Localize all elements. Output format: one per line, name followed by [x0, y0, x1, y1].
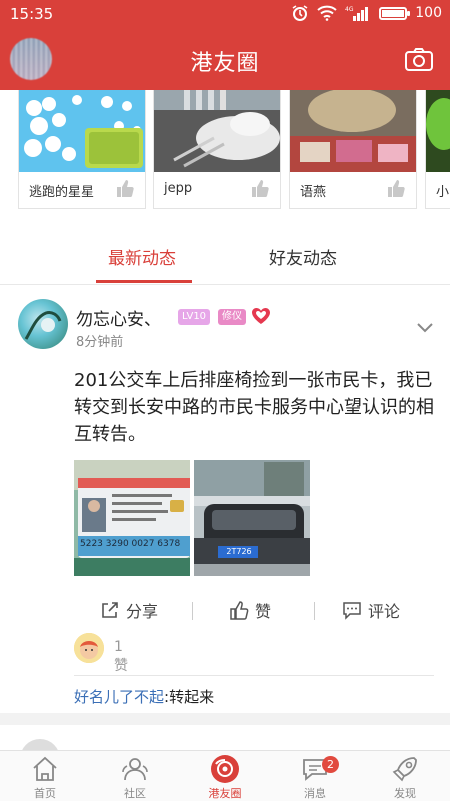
share-button[interactable]: 分享 — [100, 598, 158, 622]
thumbs-up-icon[interactable] — [386, 178, 406, 198]
nav-label: 首页 — [34, 787, 56, 800]
top-bar: 港友圈 — [0, 28, 450, 90]
like-label: 赞 — [255, 602, 272, 621]
battery-level: 100 — [415, 5, 442, 21]
like-count: 1赞 — [114, 639, 128, 674]
nav-label: 发现 — [394, 787, 416, 800]
role-badge: 修仪 — [218, 309, 246, 325]
signal-icon: 4G — [345, 6, 369, 21]
featured-card[interactable]: 小 — [425, 90, 450, 209]
featured-card[interactable]: 逃跑的星星 — [18, 90, 146, 209]
bottom-nav: 首页 社区 港友圈 2 消息 发现 — [0, 750, 450, 801]
comment-item[interactable]: 好名儿了不起:转起来 — [74, 686, 214, 707]
comment-icon — [343, 602, 361, 620]
message-count-badge: 2 — [322, 756, 339, 773]
post-time: 8分钟前 — [76, 335, 124, 350]
tab-friends[interactable]: 好友动态 — [269, 244, 337, 269]
featured-card[interactable]: 语燕 — [289, 90, 417, 209]
feed-tabs: 最新动态 好友动态 — [0, 222, 450, 285]
comment-button[interactable]: 评论 — [342, 598, 400, 622]
nav-label: 港友圈 — [208, 787, 242, 800]
card-number: 5223 3290 0027 6378 — [80, 539, 181, 549]
post-actions: 分享 赞 评论 — [0, 590, 450, 626]
featured-thumbnail — [19, 90, 145, 172]
nav-home[interactable]: 首页 — [0, 751, 90, 801]
featured-name: jepp — [164, 181, 193, 196]
thumbs-up-icon — [230, 601, 249, 620]
featured-thumbnail — [290, 90, 416, 172]
featured-thumbnail — [426, 90, 450, 172]
rocket-icon — [392, 757, 417, 782]
liker-avatar[interactable] — [74, 633, 104, 663]
wifi-icon — [317, 5, 337, 21]
nav-community[interactable]: 社区 — [90, 751, 180, 801]
battery-icon — [379, 6, 411, 20]
status-time: 15:35 — [10, 5, 54, 23]
featured-name: 语燕 — [300, 185, 327, 200]
post-image-card[interactable]: 5223 3290 0027 6378 — [74, 460, 190, 576]
featured-name: 小 — [436, 185, 450, 200]
comment-text: :转起来 — [164, 688, 215, 706]
post-image-car[interactable]: 2T726 — [194, 460, 310, 576]
heart-badge-icon — [252, 308, 270, 324]
post-author-avatar[interactable] — [18, 299, 68, 349]
page-title: 港友圈 — [190, 51, 260, 76]
like-button[interactable]: 赞 — [229, 598, 271, 622]
tab-latest[interactable]: 最新动态 — [108, 244, 176, 269]
license-plate: 2T726 — [226, 547, 252, 556]
thumbs-up-icon[interactable] — [115, 178, 135, 198]
thumbs-up-icon[interactable] — [250, 178, 270, 198]
comment-author[interactable]: 好名儿了不起 — [74, 688, 164, 706]
tab-active-indicator — [96, 280, 192, 283]
nav-discover[interactable]: 发现 — [360, 751, 450, 801]
post-text: 201公交车上后排座椅捡到一张市民卡，我已转交到长安中路的市民卡服务中心望认识的… — [74, 370, 434, 445]
action-divider — [314, 602, 315, 620]
comment-label: 评论 — [368, 602, 401, 621]
featured-thumbnail — [154, 90, 280, 172]
chevron-down-icon[interactable] — [416, 321, 434, 333]
community-icon — [122, 758, 148, 781]
status-icons: 4G 100 — [291, 4, 442, 22]
action-divider — [192, 602, 193, 620]
nav-circle[interactable]: 港友圈 — [180, 751, 270, 801]
featured-users-strip[interactable]: 逃跑的星星 jepp 语燕 小 — [0, 90, 450, 222]
camera-icon[interactable] — [404, 46, 434, 72]
post-author-name[interactable]: 勿忘心安、 — [76, 305, 161, 330]
status-bar: 15:35 4G 100 — [0, 0, 450, 28]
divider — [74, 675, 434, 676]
circle-active-icon — [211, 755, 239, 783]
nav-messages[interactable]: 2 消息 — [270, 751, 360, 801]
feed-post: 勿忘心安、 LV10 修仪 8分钟前 201公交车上后排座椅捡到一张市民卡，我已… — [0, 285, 450, 713]
nav-label: 消息 — [304, 787, 326, 800]
featured-name: 逃跑的星星 — [29, 185, 95, 200]
home-icon — [33, 756, 57, 781]
share-icon — [102, 602, 118, 618]
svg-text:4G: 4G — [345, 6, 354, 13]
level-badge: LV10 — [178, 309, 211, 325]
alarm-icon — [292, 5, 308, 21]
featured-card[interactable]: jepp — [153, 90, 281, 209]
share-label: 分享 — [126, 602, 159, 621]
nav-label: 社区 — [124, 787, 146, 800]
